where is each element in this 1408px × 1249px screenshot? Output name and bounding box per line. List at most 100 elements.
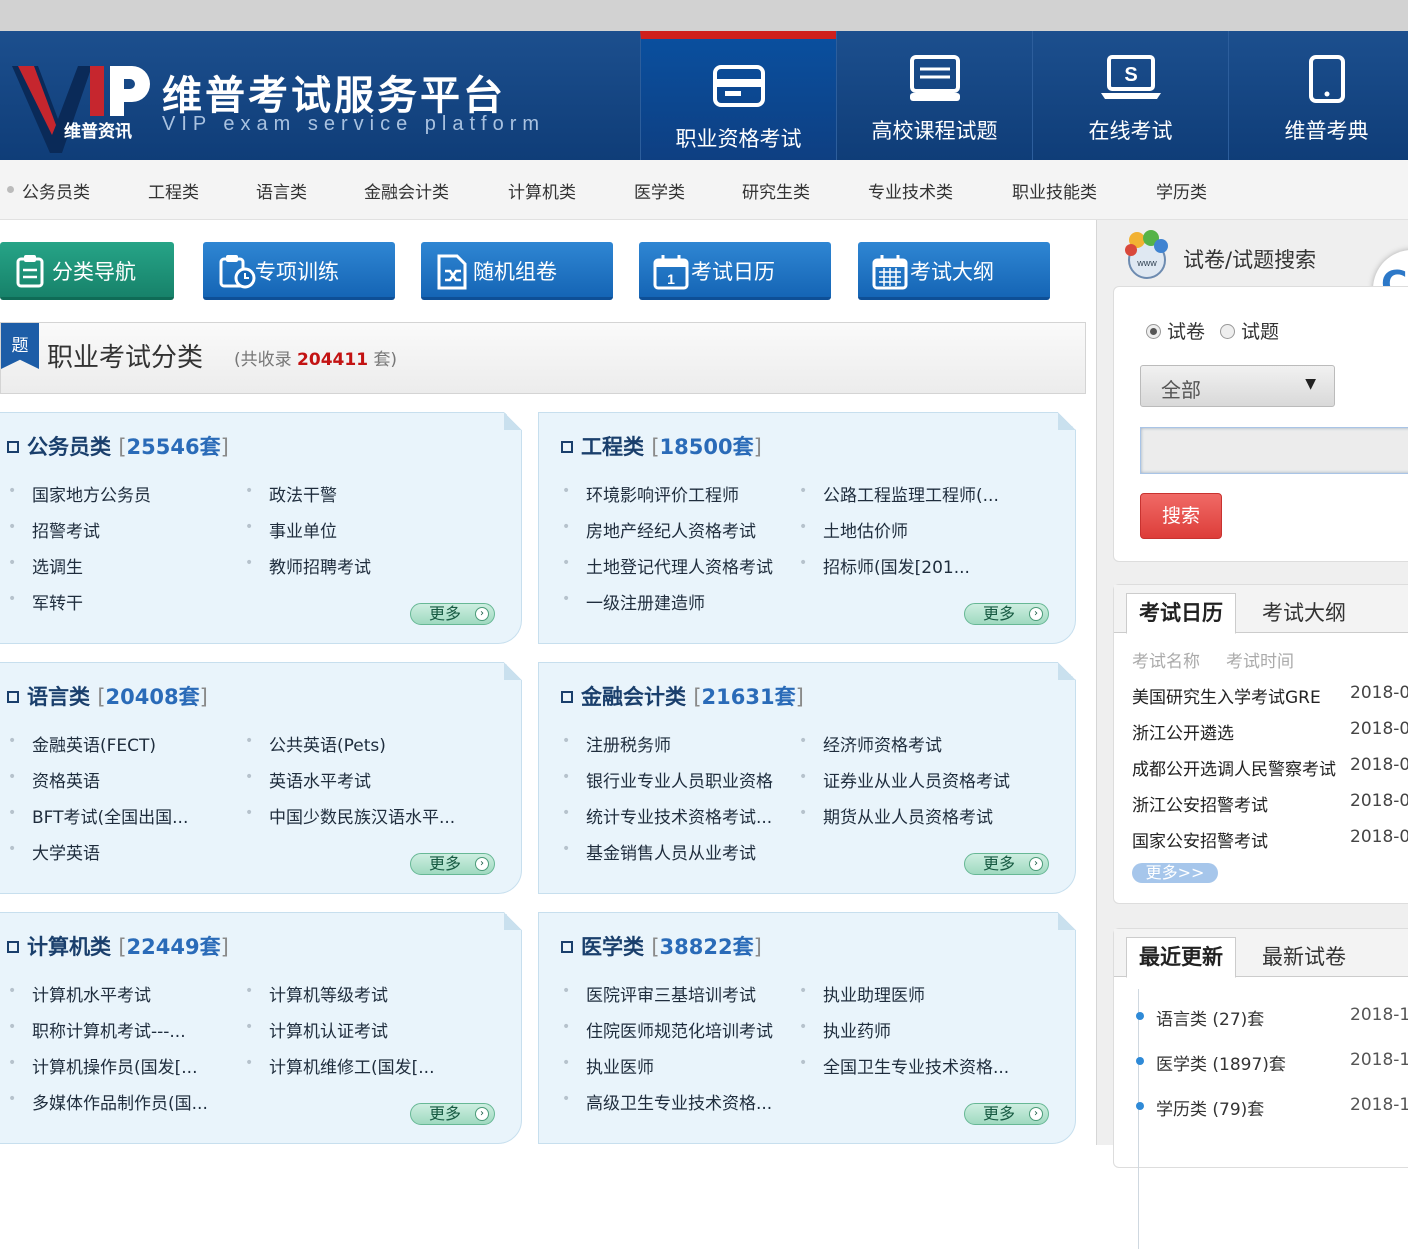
list-item[interactable]: 军转干 [8, 589, 83, 614]
list-item[interactable]: 一级注册建造师 [562, 589, 705, 614]
list-item[interactable]: 高级卫生专业技术资格... [562, 1089, 772, 1114]
list-item[interactable]: 公共英语(Pets) [245, 731, 386, 756]
subnav-item-finance[interactable]: 金融会计类 [364, 178, 449, 203]
button-label: 随机组卷 [473, 260, 557, 284]
list-item[interactable]: 环境影响评价工程师 [562, 481, 739, 506]
calendar-more-button[interactable]: 更多>> [1132, 863, 1218, 883]
update-row[interactable]: 语言类 (27)套 [1135, 1005, 1264, 1030]
list-item[interactable]: 事业单位 [245, 517, 337, 542]
calendar-row[interactable]: 美国研究生入学考试GRE [1132, 683, 1321, 708]
list-item[interactable]: 资格英语 [8, 767, 100, 792]
list-item[interactable]: 选调生 [8, 553, 83, 578]
nav-tab-online-exam[interactable]: S 在线考试 [1032, 31, 1228, 160]
list-item[interactable]: 住院医师规范化培训考试 [562, 1017, 773, 1042]
list-item[interactable]: 证券业从业人员资格考试 [799, 767, 1010, 792]
monitor-icon [909, 55, 960, 101]
list-item[interactable]: 注册税务师 [562, 731, 671, 756]
calendar-row[interactable]: 浙江公安招警考试 [1132, 791, 1268, 816]
list-item[interactable]: 公路工程监理工程师(... [799, 481, 999, 506]
list-item[interactable]: 国家地方公务员 [8, 481, 151, 506]
subnav-item-graduate[interactable]: 研究生类 [742, 178, 810, 203]
nav-tab-course-questions[interactable]: 高校课程试题 [836, 31, 1032, 160]
random-paper-button[interactable]: 随机组卷 [421, 242, 613, 300]
panel-header[interactable]: 语言类 [20408套] [7, 681, 208, 711]
tab-recent-updates[interactable]: 最近更新 [1126, 937, 1236, 978]
list-item[interactable]: 英语水平考试 [245, 767, 371, 792]
panel-header[interactable]: 公务员类 [25546套] [7, 431, 229, 461]
list-item[interactable]: 期货从业人员资格考试 [799, 803, 993, 828]
vip-logo-icon[interactable] [12, 61, 150, 160]
list-item[interactable]: 房地产经纪人资格考试 [562, 517, 756, 542]
category-nav-button[interactable]: 分类导航 [0, 242, 174, 300]
panel-header[interactable]: 金融会计类 [21631套] [561, 681, 804, 711]
list-item[interactable]: 土地登记代理人资格考试 [562, 553, 773, 578]
panel-header[interactable]: 工程类 [18500套] [561, 431, 762, 461]
search-input[interactable] [1140, 427, 1408, 474]
globe-www-icon: www [1125, 230, 1168, 279]
list-item[interactable]: 统计专业技术资格考试... [562, 803, 772, 828]
calendar-row[interactable]: 成都公开选调人民警察考试 [1132, 755, 1336, 780]
search-button[interactable]: 搜索 [1140, 493, 1222, 539]
list-item[interactable]: 计算机维修工(国发[... [245, 1053, 435, 1078]
subnav-item-vocational[interactable]: 职业技能类 [1012, 178, 1097, 203]
nav-tab-professional-exam[interactable]: 职业资格考试 [640, 31, 836, 160]
subnav-item-engineering[interactable]: 工程类 [148, 178, 199, 203]
more-button[interactable]: 更多 › [964, 603, 1049, 625]
nav-tab-vip-dictionary[interactable]: 维普考典 [1228, 31, 1408, 160]
exam-calendar-button[interactable]: 1 考试日历 [639, 242, 831, 300]
list-item[interactable]: 基金销售人员从业考试 [562, 839, 756, 864]
update-row[interactable]: 医学类 (1897)套 [1136, 1050, 1286, 1075]
list-item[interactable]: 银行业专业人员职业资格 [562, 767, 773, 792]
list-item[interactable]: 医院评审三基培训考试 [562, 981, 756, 1006]
update-row[interactable]: 学历类 (79)套 [1135, 1095, 1264, 1120]
tab-newest-papers[interactable]: 最新试卷 [1262, 941, 1346, 971]
list-item[interactable]: 多媒体作品制作员(国... [8, 1089, 208, 1114]
calendar-row[interactable]: 国家公安招警考试 [1132, 827, 1268, 852]
list-item[interactable]: 招标师(国发[201... [799, 553, 970, 578]
more-button[interactable]: 更多 › [410, 1103, 495, 1125]
subnav-item-academic[interactable]: 学历类 [1156, 178, 1207, 203]
list-item[interactable]: 大学英语 [8, 839, 100, 864]
subnav-item-language[interactable]: 语言类 [256, 178, 307, 203]
card-icon [712, 65, 765, 107]
subnav-item-professional-tech[interactable]: 专业技术类 [868, 178, 953, 203]
tab-exam-calendar[interactable]: 考试日历 [1126, 593, 1236, 634]
list-item[interactable]: 计算机操作员(国发[... [8, 1053, 198, 1078]
radio-question[interactable]: 试题 [1220, 317, 1279, 344]
list-item[interactable]: 执业药师 [799, 1017, 891, 1042]
list-item[interactable]: 计算机水平考试 [8, 981, 151, 1006]
list-item[interactable]: 金融英语(FECT) [8, 731, 156, 756]
subnav-item-medicine[interactable]: 医学类 [634, 178, 685, 203]
more-button[interactable]: 更多 › [964, 1103, 1049, 1125]
more-button[interactable]: 更多 › [410, 853, 495, 875]
search-scope-select[interactable]: 全部 ▼ [1140, 365, 1335, 407]
list-item[interactable]: 计算机等级考试 [245, 981, 388, 1006]
list-item[interactable]: 计算机认证考试 [245, 1017, 388, 1042]
special-training-button[interactable]: 专项训练 [203, 242, 395, 300]
tab-exam-outline[interactable]: 考试大纲 [1262, 597, 1346, 627]
panel-header[interactable]: 计算机类 [22449套] [7, 931, 229, 961]
panel-header[interactable]: 医学类 [38822套] [561, 931, 762, 961]
list-item[interactable]: 中国少数民族汉语水平... [245, 803, 455, 828]
arrow-right-icon: › [475, 1107, 489, 1121]
list-item[interactable]: 政法干警 [245, 481, 337, 506]
list-item[interactable]: 招警考试 [8, 517, 100, 542]
calendar-date: 2018-0 [1350, 827, 1408, 847]
list-item[interactable]: 教师招聘考试 [245, 553, 371, 578]
svg-text:S: S [1124, 64, 1137, 86]
more-button[interactable]: 更多 › [410, 603, 495, 625]
radio-paper[interactable]: 试卷 [1146, 317, 1205, 344]
subnav-item-computer[interactable]: 计算机类 [508, 178, 576, 203]
list-item[interactable]: 全国卫生专业技术资格... [799, 1053, 1009, 1078]
list-item[interactable]: BFT考试(全国出国... [8, 803, 188, 828]
calendar-date: 2018-0 [1350, 755, 1408, 775]
list-item[interactable]: 土地估价师 [799, 517, 908, 542]
list-item[interactable]: 执业助理医师 [799, 981, 925, 1006]
list-item[interactable]: 职称计算机考试---... [8, 1017, 186, 1042]
list-item[interactable]: 经济师资格考试 [799, 731, 942, 756]
list-item[interactable]: 执业医师 [562, 1053, 654, 1078]
calendar-row[interactable]: 浙江公开遴选 [1132, 719, 1234, 744]
more-button[interactable]: 更多 › [964, 853, 1049, 875]
subnav-item-civil-servant[interactable]: 公务员类 [22, 178, 90, 203]
exam-outline-button[interactable]: 考试大纲 [858, 242, 1050, 300]
